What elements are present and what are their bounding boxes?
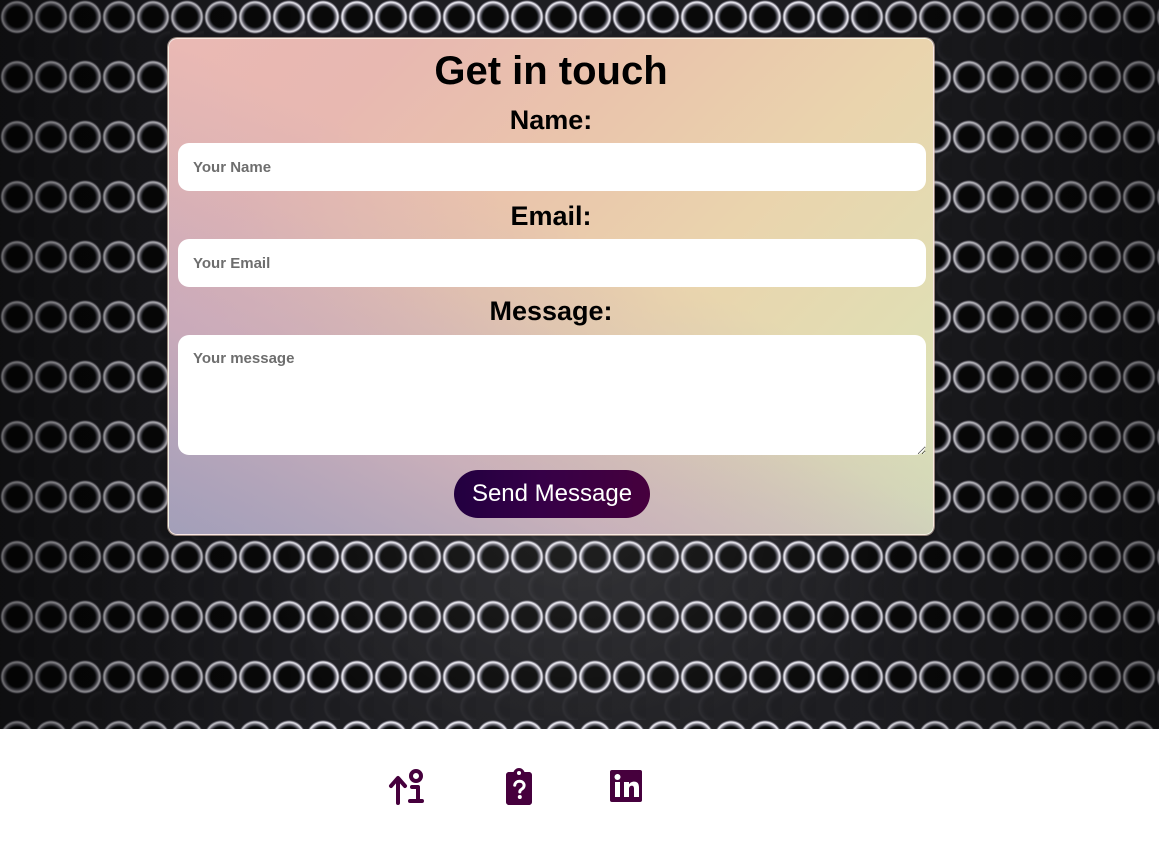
message-textarea[interactable] xyxy=(178,335,926,455)
footer-link-about[interactable] xyxy=(386,768,428,806)
page-title: Get in touch xyxy=(434,49,668,93)
footer-link-help[interactable] xyxy=(498,768,540,806)
up-arrow-info-icon xyxy=(389,769,424,805)
linkedin-icon xyxy=(610,770,642,802)
footer-link-linkedin[interactable] xyxy=(606,768,648,806)
contact-form-content: Get in touch Name: Email: Message: Send … xyxy=(169,39,933,534)
footer xyxy=(0,729,1159,843)
message-label: Message: xyxy=(489,296,613,326)
name-input[interactable] xyxy=(178,143,926,191)
contact-form: Get in touch Name: Email: Message: Send … xyxy=(168,38,934,535)
email-input[interactable] xyxy=(178,239,926,287)
email-label: Email: xyxy=(510,201,592,231)
hexagon-mesh-background: Get in touch Name: Email: Message: Send … xyxy=(0,0,1159,729)
contact-page: Get in touch Name: Email: Message: Send … xyxy=(0,0,1159,843)
clipboard-question-icon xyxy=(506,768,532,805)
send-message-button[interactable]: Send Message xyxy=(454,470,650,518)
name-label: Name: xyxy=(509,105,593,135)
